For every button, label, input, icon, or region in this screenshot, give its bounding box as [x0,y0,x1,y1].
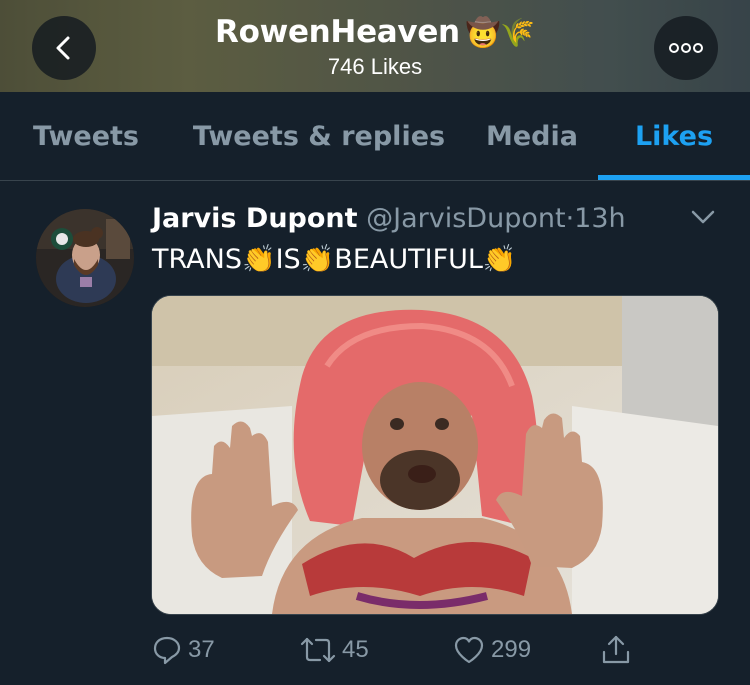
like-count: 299 [491,636,532,663]
profile-name: RowenHeaven 🤠🌾 [0,14,750,50]
profile-name-emoji: 🤠🌾 [465,16,535,49]
retweet-count: 45 [342,636,369,663]
tweet[interactable]: Jarvis Dupont @JarvisDupont·13h TRANS👏IS… [0,181,750,685]
active-tab-indicator [598,175,750,180]
more-button[interactable] [654,16,718,80]
retweet-icon [300,637,336,663]
separator-dot: · [565,203,575,234]
share-icon [602,635,630,664]
profile-header: RowenHeaven 🤠🌾 746 Likes [0,0,750,92]
likes-count: 746 Likes [327,54,423,79]
tab-media[interactable]: Media [466,92,598,180]
tweet-text: TRANS👏IS👏BEAUTIFUL👏 [152,244,517,275]
reply-icon [153,636,181,665]
heart-icon [454,636,484,664]
tab-likes[interactable]: Likes [598,92,750,180]
retweet-button[interactable]: 45 [300,627,369,673]
tweet-media-image[interactable] [151,295,719,615]
profile-tabs: Tweets Tweets & replies Media Likes [0,92,750,181]
tweet-menu-button[interactable] [690,209,716,230]
tab-tweets-replies[interactable]: Tweets & replies [172,92,466,180]
tweet-header: Jarvis Dupont @JarvisDupont·13h [152,203,626,234]
tweet-actions: 37 45 299 [0,627,750,673]
like-button[interactable]: 299 [453,627,531,673]
avatar-photo [36,209,134,307]
author-name[interactable]: Jarvis Dupont [152,203,358,234]
tab-tweets[interactable]: Tweets [0,92,172,180]
ellipsis-icon [669,43,703,53]
reply-count: 37 [188,636,215,663]
profile-name-text: RowenHeaven [215,14,460,50]
media-photo [152,296,718,614]
tweet-time[interactable]: 13h [574,203,625,234]
share-button[interactable] [601,627,637,673]
chevron-down-icon [691,210,715,224]
avatar[interactable] [36,209,134,307]
reply-button[interactable]: 37 [152,627,215,673]
author-handle[interactable]: @JarvisDupont [366,203,565,234]
